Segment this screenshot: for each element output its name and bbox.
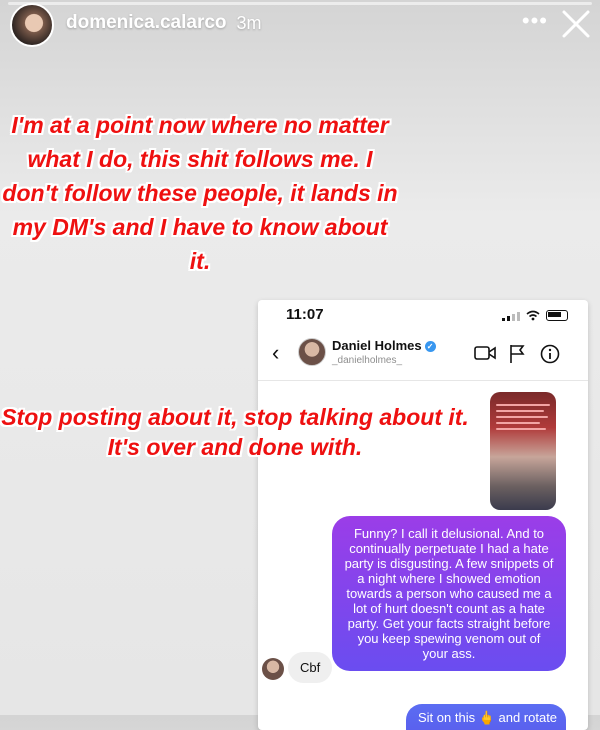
contact-avatar[interactable]	[298, 338, 326, 366]
flag-icon[interactable]	[508, 344, 526, 364]
sender-avatar	[262, 658, 284, 680]
dm-header: ‹ Daniel Holmes ✓ _danielholmes_	[258, 332, 588, 381]
received-message: Cbf	[288, 652, 333, 683]
contact-name-row[interactable]: Daniel Holmes ✓	[332, 338, 436, 353]
signal-icon	[502, 311, 520, 321]
wifi-icon	[526, 310, 540, 321]
story-time: 3m	[236, 12, 262, 33]
close-icon[interactable]	[558, 6, 594, 42]
shared-story-thumbnail[interactable]	[490, 392, 556, 510]
contact-handle: _danielholmes_	[332, 355, 403, 366]
contact-name: Daniel Holmes	[332, 338, 422, 353]
verified-icon: ✓	[424, 341, 436, 353]
avatar[interactable]	[10, 3, 54, 47]
sent-message: Funny? I call it delusional. And to cont…	[332, 516, 566, 671]
video-call-icon[interactable]	[474, 344, 496, 362]
story-header: domenica.calarco 3m	[10, 0, 590, 47]
status-time: 11:07	[286, 306, 324, 323]
story-username[interactable]: domenica.calarco	[66, 12, 227, 34]
status-icons	[502, 310, 568, 321]
story-caption-bottom: Stop posting about it, stop talking abou…	[1, 404, 469, 460]
back-icon[interactable]: ‹	[272, 340, 279, 366]
dm-screenshot: 11:07 ‹ Daniel Holmes ✓ _danielholmes_ Fu…	[258, 300, 588, 730]
story-caption-top: I'm at a point now where no matter what …	[2, 112, 398, 274]
more-options-icon[interactable]: •••	[522, 8, 548, 34]
battery-icon	[546, 310, 568, 321]
sent-message: Sit on this 🖕 and rotate	[406, 704, 566, 730]
info-icon[interactable]	[540, 344, 560, 364]
